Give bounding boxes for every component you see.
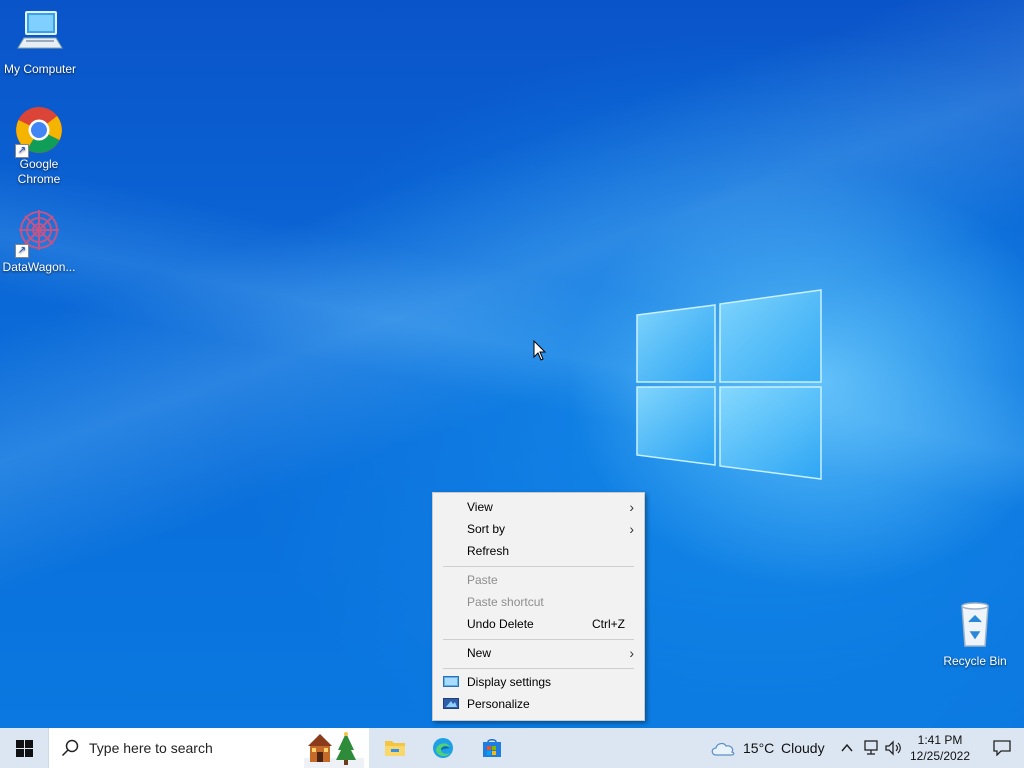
- menu-item-undo-delete[interactable]: Undo Delete Ctrl+Z: [433, 613, 644, 635]
- edge-icon: [433, 738, 453, 758]
- menu-item-shortcut: Ctrl+Z: [592, 617, 625, 631]
- menu-item-refresh[interactable]: Refresh: [433, 540, 644, 562]
- menu-item-paste[interactable]: Paste: [433, 569, 644, 591]
- menu-item-label: Paste: [467, 573, 498, 587]
- menu-item-label: Undo Delete: [467, 617, 534, 631]
- weather-widget[interactable]: 15°C Cloudy: [708, 728, 838, 768]
- menu-separator: [443, 639, 634, 640]
- search-placeholder: Type here to search: [89, 740, 213, 756]
- taskbar-edge[interactable]: [418, 728, 466, 768]
- menu-separator: [443, 668, 634, 669]
- network-icon[interactable]: [862, 739, 880, 757]
- weather-temp: 15°C: [743, 740, 775, 756]
- clock-date: 12/25/2022: [909, 749, 971, 763]
- menu-item-view[interactable]: View ›: [433, 496, 644, 518]
- chrome-icon: ↗: [13, 106, 65, 158]
- mouse-cursor-icon: [533, 340, 547, 361]
- menu-item-label: Refresh: [467, 544, 510, 558]
- taskbar-search-box[interactable]: Type here to search: [48, 728, 369, 768]
- cloud-icon: [711, 742, 735, 756]
- menu-item-label: Sort by: [467, 522, 506, 536]
- windows-start-icon: [16, 740, 33, 757]
- menu-separator: [443, 566, 634, 567]
- desktop-icon-datawagon[interactable]: ↗ DataWagon...: [0, 206, 79, 275]
- menu-item-label: Display settings: [467, 675, 552, 689]
- search-icon: [61, 739, 79, 757]
- taskbar-store[interactable]: [468, 728, 516, 768]
- menu-item-label: Personalize: [467, 697, 530, 711]
- menu-item-label: Paste shortcut: [467, 595, 544, 609]
- windows-logo-wallpaper: [636, 289, 822, 480]
- computer-icon: [14, 8, 66, 60]
- start-button[interactable]: [0, 728, 48, 768]
- file-explorer-icon: [385, 741, 405, 756]
- holiday-house-icon: [304, 732, 364, 768]
- volume-icon[interactable]: [884, 739, 902, 757]
- desktop-icon-recycle-bin[interactable]: Recycle Bin: [935, 600, 1015, 669]
- recycle-bin-icon: [949, 600, 1001, 652]
- chevron-right-icon: ›: [629, 521, 634, 537]
- menu-item-label: View: [467, 500, 493, 514]
- desktop-icon-label: DataWagon...: [2, 260, 76, 274]
- taskbar: Type here to search 15°C Cloudy 1:41 PM …: [0, 728, 1024, 768]
- datawagon-icon: ↗: [13, 206, 65, 258]
- menu-item-sort-by[interactable]: Sort by ›: [433, 518, 644, 540]
- desktop-icon-label: Google Chrome: [17, 157, 61, 186]
- shortcut-arrow-icon: ↗: [15, 244, 29, 258]
- display-icon: [443, 676, 459, 687]
- chevron-up-icon[interactable]: [840, 741, 854, 755]
- menu-item-label: New: [467, 646, 492, 660]
- desktop[interactable]: My Computer ↗ Google Chrome ↗ DataWagon.…: [0, 0, 1024, 728]
- menu-item-paste-shortcut[interactable]: Paste shortcut: [433, 591, 644, 613]
- taskbar-clock[interactable]: 1:41 PM 12/25/2022: [904, 732, 976, 764]
- desktop-icon-label: My Computer: [3, 62, 77, 76]
- menu-item-new[interactable]: New ›: [433, 642, 644, 664]
- menu-item-personalize[interactable]: Personalize: [433, 693, 644, 715]
- shortcut-arrow-icon: ↗: [15, 144, 29, 158]
- weather-condition: Cloudy: [781, 740, 825, 756]
- clock-time: 1:41 PM: [917, 733, 963, 747]
- desktop-context-menu: View › Sort by › Refresh Paste Paste sho…: [432, 492, 645, 721]
- notification-icon: [993, 740, 1011, 756]
- personalize-icon: [443, 698, 459, 709]
- taskbar-file-explorer[interactable]: [370, 728, 418, 768]
- desktop-icon-google-chrome[interactable]: ↗ Google Chrome: [0, 106, 79, 187]
- desktop-icon-label: Recycle Bin: [943, 654, 1007, 668]
- notification-center-button[interactable]: [980, 728, 1024, 768]
- chevron-right-icon: ›: [629, 499, 634, 515]
- desktop-icon-my-computer[interactable]: My Computer: [0, 8, 80, 77]
- chevron-right-icon: ›: [629, 645, 634, 661]
- store-icon: [483, 739, 501, 757]
- menu-item-display-settings[interactable]: Display settings: [433, 671, 644, 693]
